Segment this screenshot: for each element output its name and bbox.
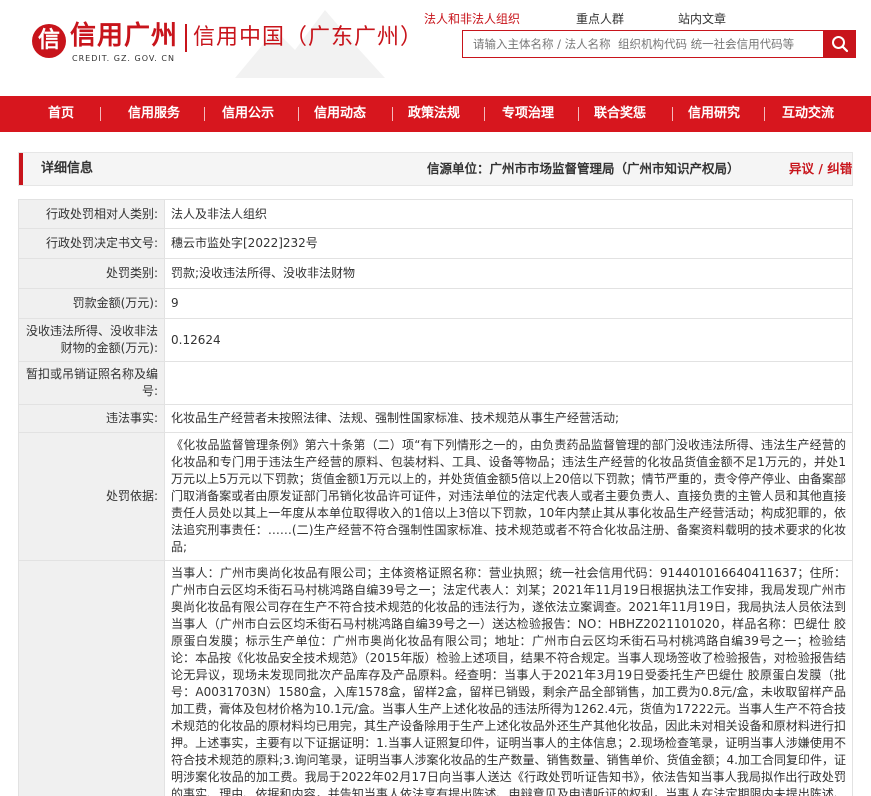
- row-value: 罚款;没收违法所得、没收非法财物: [164, 258, 853, 289]
- nav-divider: [672, 107, 673, 121]
- table-row: 没收违法所得、没收非法财物的金额(万元): 0.12624: [18, 318, 853, 362]
- row-label: 暂扣或吊销证照名称及编号:: [18, 361, 165, 405]
- row-label: [18, 560, 165, 796]
- nav-divider: [100, 107, 101, 121]
- penalty-detail-table: 行政处罚相对人类别: 法人及非法人组织 行政处罚决定书文号: 穗云市监处字[20…: [18, 199, 853, 796]
- table-row: 行政处罚决定书文号: 穗云市监处字[2022]232号: [18, 228, 853, 259]
- site-header: 信 信用广州 CREDIT. GZ. GOV. CN 信用中国（广东广州） 法人…: [0, 0, 871, 96]
- search-button[interactable]: [823, 30, 856, 58]
- row-label: 没收违法所得、没收非法财物的金额(万元):: [18, 318, 165, 362]
- table-row: 处罚类别: 罚款;没收违法所得、没收非法财物: [18, 258, 853, 289]
- nav-credit-news[interactable]: 信用动态: [304, 96, 376, 132]
- nav-credit-research[interactable]: 信用研究: [678, 96, 750, 132]
- row-label: 违法事实:: [18, 404, 165, 433]
- nav-home[interactable]: 首页: [36, 96, 86, 132]
- row-label: 行政处罚相对人类别:: [18, 199, 165, 229]
- search-scope-tabs: 法人和非法人组织 重点人群 站内文章: [420, 10, 840, 28]
- row-label: 行政处罚决定书文号:: [18, 228, 165, 259]
- row-value: 当事人：广州市奥尚化妆品有限公司；主体资格证照名称：营业执照；统一社会信用代码：…: [164, 560, 853, 796]
- source-value: 广州市市场监督管理局（广州市知识产权局）: [489, 161, 740, 176]
- credit-seal-icon: 信: [32, 24, 66, 58]
- nav-divider: [764, 107, 765, 121]
- logo-domain: CREDIT. GZ. GOV. CN: [72, 54, 175, 63]
- table-row: 罚款金额(万元): 9: [18, 288, 853, 319]
- table-row: 当事人：广州市奥尚化妆品有限公司；主体资格证照名称：营业执照；统一社会信用代码：…: [18, 560, 853, 796]
- row-label: 处罚类别:: [18, 258, 165, 289]
- main-nav: 首页 信用服务 信用公示 信用动态 政策法规 专项治理 联合奖惩 信用研究 互动…: [0, 96, 871, 132]
- tab-legal-entity[interactable]: 法人和非法人组织: [424, 10, 520, 27]
- search-input[interactable]: [462, 30, 824, 58]
- nav-divider: [392, 107, 393, 121]
- table-row: 行政处罚相对人类别: 法人及非法人组织: [18, 199, 853, 229]
- table-row: 处罚依据: 《化妆品监督管理条例》第六十条第（二）项“有下列情形之一的，由负责药…: [18, 432, 853, 561]
- detail-header: 详细信息 信源单位：广州市市场监督管理局（广州市知识产权局） 异议 / 纠错: [18, 152, 853, 186]
- logo-title: 信用中国（广东广州）: [193, 25, 424, 50]
- row-label: 罚款金额(万元):: [18, 288, 165, 319]
- logo-brand: 信用广州: [70, 21, 179, 51]
- nav-credit-service[interactable]: 信用服务: [118, 96, 190, 132]
- source-label: 信源单位：: [427, 161, 490, 176]
- report-error-link[interactable]: 异议 / 纠错: [789, 153, 852, 185]
- row-value: 0.12624: [164, 318, 853, 362]
- row-value: 穗云市监处字[2022]232号: [164, 228, 853, 259]
- nav-divider: [578, 107, 579, 121]
- nav-divider: [298, 107, 299, 121]
- row-value: [164, 361, 853, 405]
- row-value: 法人及非法人组织: [164, 199, 853, 229]
- row-label: 处罚依据:: [18, 432, 165, 561]
- logo-divider: [185, 24, 187, 52]
- detail-title: 详细信息: [41, 161, 94, 176]
- row-value: 化妆品生产经营者未按照法律、法规、强制性国家标准、技术规范从事生产经营活动;: [164, 404, 853, 433]
- search-icon: [832, 36, 849, 53]
- site-logo[interactable]: 信 信用广州 CREDIT. GZ. GOV. CN 信用中国（广东广州）: [28, 14, 424, 70]
- tab-key-people[interactable]: 重点人群: [576, 10, 624, 27]
- detail-accent-bar: [19, 153, 23, 185]
- tab-site-articles[interactable]: 站内文章: [678, 10, 726, 27]
- nav-divider: [204, 107, 205, 121]
- nav-interaction[interactable]: 互动交流: [772, 96, 844, 132]
- nav-joint-rewards[interactable]: 联合奖惩: [584, 96, 656, 132]
- table-row: 违法事实: 化妆品生产经营者未按照法律、法规、强制性国家标准、技术规范从事生产经…: [18, 404, 853, 433]
- nav-credit-publicity[interactable]: 信用公示: [212, 96, 284, 132]
- nav-policies[interactable]: 政策法规: [398, 96, 470, 132]
- row-value: 9: [164, 288, 853, 319]
- row-value: 《化妆品监督管理条例》第六十条第（二）项“有下列情形之一的，由负责药品监督管理的…: [164, 432, 853, 561]
- nav-divider: [484, 107, 485, 121]
- nav-special-governance[interactable]: 专项治理: [492, 96, 564, 132]
- table-row: 暂扣或吊销证照名称及编号:: [18, 361, 853, 405]
- detail-source: 信源单位：广州市市场监督管理局（广州市知识产权局）: [427, 153, 740, 185]
